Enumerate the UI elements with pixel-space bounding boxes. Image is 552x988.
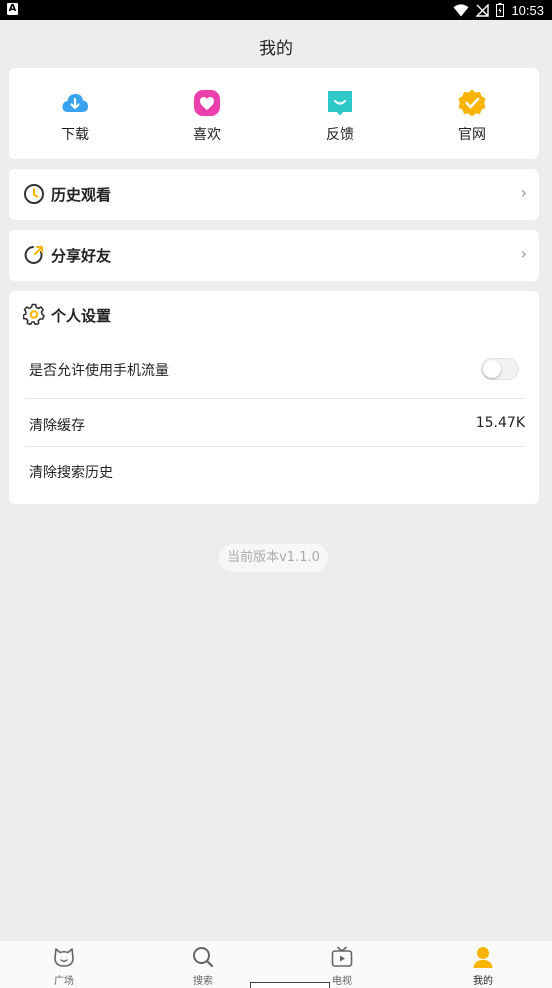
website-label: 官网 (458, 127, 486, 143)
divider (25, 446, 524, 447)
search-icon (193, 947, 214, 968)
no-signal-icon (476, 3, 490, 17)
favorites-label: 喜欢 (193, 127, 221, 143)
feedback-button[interactable]: 反馈 (300, 88, 380, 144)
verified-badge-icon (458, 89, 486, 117)
tab-mine-label: 我的 (473, 976, 493, 987)
history-row[interactable]: 历史观看 › (9, 169, 539, 220)
tab-plaza-label: 广场 (54, 976, 74, 987)
divider (25, 398, 524, 399)
tab-mine[interactable]: 我的 (443, 945, 523, 987)
cat-face-icon (54, 948, 74, 967)
history-label: 历史观看 (51, 186, 112, 204)
chevron-right-icon: › (520, 244, 527, 263)
wifi-icon (453, 3, 469, 16)
status-bar: A 10:53 (0, 0, 552, 20)
feedback-label: 反馈 (326, 127, 354, 143)
toggle-knob (483, 360, 501, 378)
tv-icon (331, 946, 353, 967)
chevron-right-icon: › (520, 183, 527, 202)
tab-tv[interactable]: 电视 (302, 945, 382, 987)
tab-search-label: 搜索 (193, 976, 213, 987)
tab-plaza[interactable]: 广场 (24, 945, 104, 987)
clock-icon (24, 184, 44, 204)
battery-icon (496, 3, 505, 17)
mobile-data-toggle[interactable] (481, 358, 519, 380)
gear-icon (23, 303, 45, 325)
favorites-button[interactable]: 喜欢 (167, 88, 247, 144)
tab-search[interactable]: 搜索 (163, 945, 243, 987)
share-label: 分享好友 (51, 247, 112, 265)
user-icon (473, 947, 493, 968)
website-button[interactable]: 官网 (432, 88, 512, 144)
share-icon (24, 246, 43, 264)
download-label: 下载 (61, 127, 89, 143)
settings-title: 个人设置 (51, 307, 112, 325)
version-badge: 当前版本v1.1.0 (219, 544, 328, 572)
notification-badge: A (7, 3, 18, 15)
heart-icon (194, 90, 220, 116)
clear-cache-label: 清除缓存 (29, 418, 85, 434)
share-row[interactable]: 分享好友 › (9, 230, 539, 281)
page-title: 我的 (259, 39, 293, 59)
clear-search-history-row[interactable]: 清除搜索历史 (29, 462, 524, 482)
download-button[interactable]: 下载 (35, 88, 115, 144)
status-icons: 10:53 (453, 0, 544, 20)
clock-time: 10:53 (511, 2, 544, 18)
bottom-tab-bar: 广场 搜索 电视 我的 (0, 940, 552, 988)
settings-card: 个人设置 是否允许使用手机流量 清除缓存 15.47K 清除搜索历史 (9, 291, 539, 504)
floating-tooltip-edge (250, 982, 330, 988)
cloud-download-icon (62, 94, 88, 112)
mobile-data-label: 是否允许使用手机流量 (29, 363, 169, 379)
feedback-icon (328, 91, 352, 116)
quick-actions-card: 下载 喜欢 反馈 官网 (9, 68, 539, 159)
cache-size-value: 15.47K (475, 415, 525, 431)
